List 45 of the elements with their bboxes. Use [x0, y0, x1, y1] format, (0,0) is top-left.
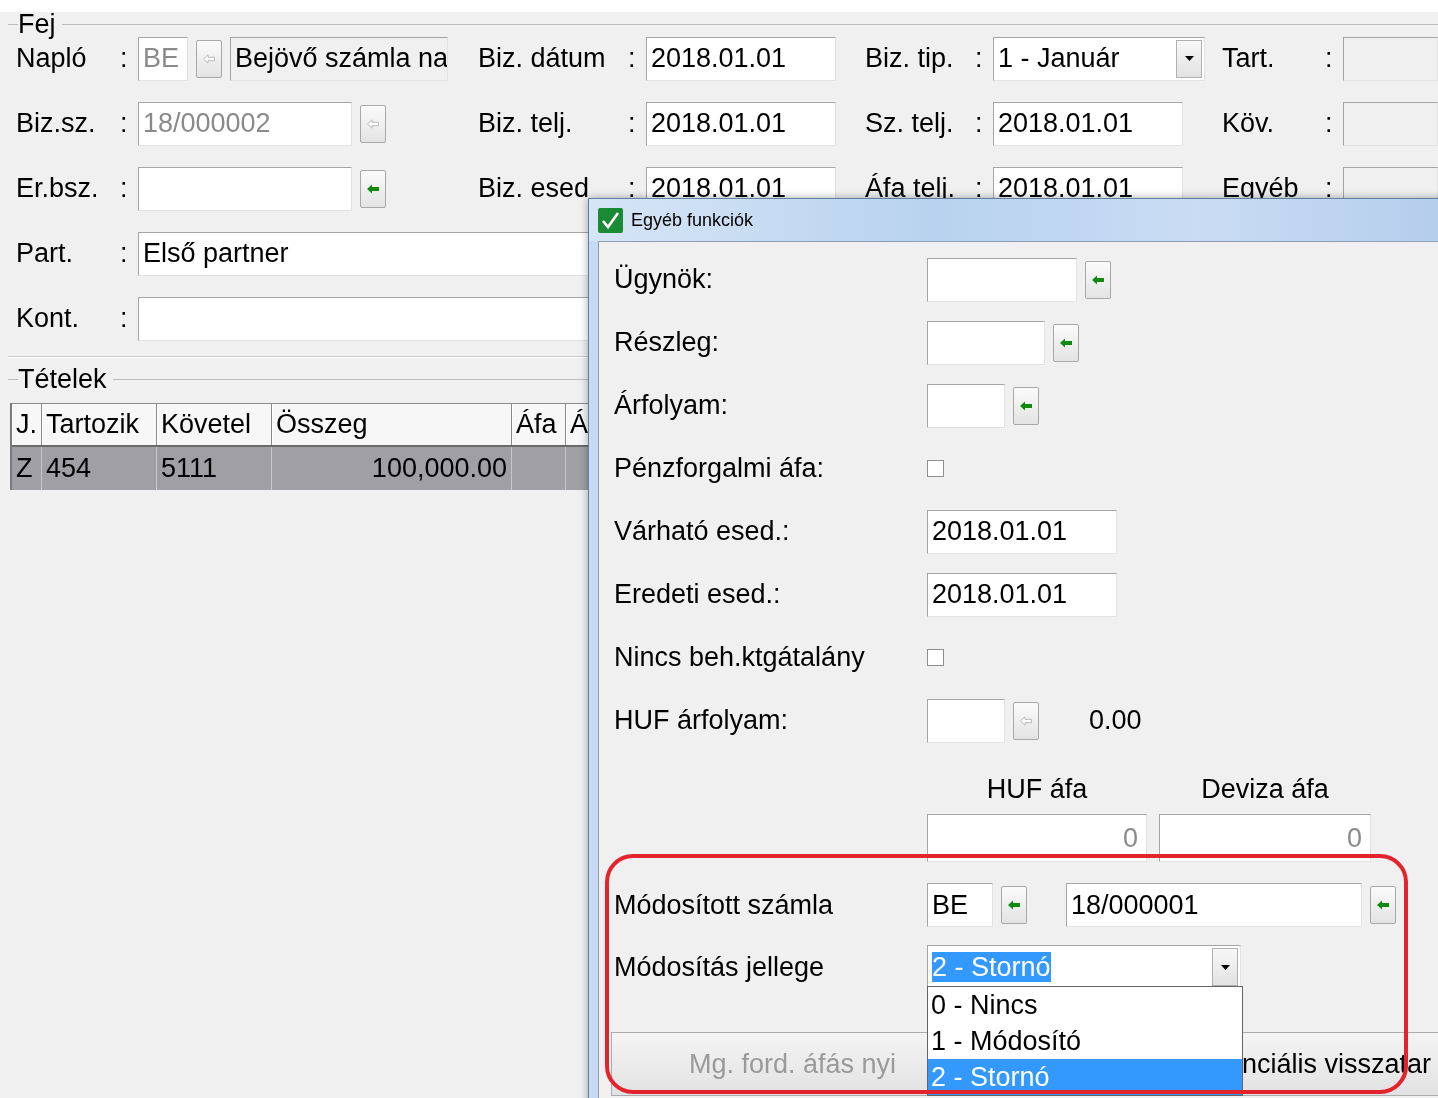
colon-text: :: [628, 108, 637, 139]
table-cell: 5111: [161, 453, 218, 484]
group-title: Tételek: [18, 363, 108, 395]
field-label: Biz. tip.: [865, 43, 955, 74]
colon-text: :: [120, 108, 129, 139]
field-label: Er.bsz.: [16, 173, 100, 204]
field-label: HUF árfolyam:: [614, 705, 790, 736]
colon-text: :: [628, 173, 637, 204]
column-header: Deviza áfa: [1201, 772, 1329, 806]
colon-text: :: [120, 238, 129, 269]
table-cell: Z: [16, 453, 33, 484]
field-label: Módosítás jellege: [614, 951, 826, 983]
field-label: Kont.: [16, 303, 81, 334]
colon-text: :: [628, 43, 637, 74]
field-label: Sz. telj.: [865, 108, 955, 139]
colon-text: :: [975, 43, 984, 74]
field-label: Ügynök:: [614, 264, 715, 295]
field-label: Eredeti esed.:: [614, 579, 782, 610]
field-label: Köv.: [1222, 108, 1276, 139]
colon-text: :: [975, 108, 984, 139]
field-label: Part.: [16, 238, 75, 269]
field-label: Tart.: [1222, 43, 1276, 74]
dialog-title: Egyéb funkciók: [631, 209, 754, 231]
field-label: Pénzforgalmi áfa:: [614, 453, 826, 484]
field-label: Részleg:: [614, 327, 721, 358]
colon-text: :: [120, 303, 129, 334]
field-label: Biz. dátum: [478, 43, 607, 74]
colon-text: :: [120, 43, 129, 74]
column-header: HUF áfa: [986, 772, 1088, 806]
table-cell: 100,000.00: [371, 453, 507, 484]
colon-text: :: [1325, 173, 1334, 204]
field-label: Biz. esed: [478, 173, 591, 204]
field-label: Várható esed.:: [614, 516, 791, 547]
field-label: Napló: [16, 43, 88, 74]
colon-text: :: [1325, 108, 1334, 139]
colon-text: :: [1325, 43, 1334, 74]
rate-value: 0.00: [1089, 705, 1142, 736]
colon-text: :: [975, 173, 984, 204]
colon-text: :: [120, 173, 129, 204]
field-label: Biz. telj.: [478, 108, 574, 139]
field-label: Nincs beh.ktgátalány: [614, 642, 866, 673]
field-label: Módosított számla: [614, 889, 835, 921]
field-label: Árfolyam:: [614, 390, 730, 421]
table-cell: 454: [46, 453, 92, 484]
field-label: Biz.sz.: [16, 108, 97, 139]
